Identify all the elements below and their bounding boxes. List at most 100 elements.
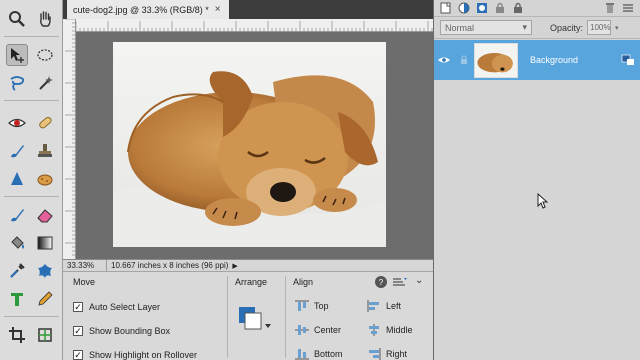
auto-select-layer-option[interactable]: ✓ Auto Select Layer xyxy=(73,302,160,312)
opacity-dropdown-icon[interactable]: ▾ xyxy=(615,24,619,32)
ruler-ticks xyxy=(65,18,76,256)
bounding-box-label: Show Bounding Box xyxy=(89,326,171,336)
bounding-box-checkbox[interactable]: ✓ xyxy=(73,326,83,336)
zoom-icon xyxy=(9,11,25,27)
align-top-label: Top xyxy=(314,301,329,311)
layer-name: Background xyxy=(530,55,579,65)
document-info: 10.667 inches x 8 inches (96 ppi) xyxy=(111,261,229,270)
move-icon xyxy=(11,48,24,63)
recompose-tool[interactable] xyxy=(34,324,56,346)
align-middle-button[interactable]: Middle xyxy=(367,324,413,336)
paint-bucket-tool[interactable] xyxy=(6,232,28,254)
opacity-label: Opacity: xyxy=(550,22,584,33)
brush-tool[interactable] xyxy=(6,204,28,226)
pencil-tool[interactable] xyxy=(34,288,56,310)
smart-brush-tool[interactable] xyxy=(6,140,28,162)
clone-stamp-tool[interactable] xyxy=(34,140,56,162)
panel-menu-icon[interactable] xyxy=(622,2,634,14)
custom-shape-tool[interactable] xyxy=(34,260,56,282)
delete-layer-icon[interactable] xyxy=(604,2,616,14)
toolbox xyxy=(0,0,63,360)
new-layer-icon[interactable] xyxy=(440,2,452,14)
blur-icon xyxy=(11,172,23,185)
collapse-icon[interactable]: ⌄ xyxy=(415,275,423,286)
align-center-button[interactable]: Center xyxy=(295,324,341,336)
eye-icon[interactable] xyxy=(434,56,454,64)
layer-row[interactable]: Background xyxy=(434,40,640,80)
magic-wand-tool[interactable] xyxy=(34,72,56,94)
document-tab-bar: cute-dog2.jpg @ 33.3% (RGB/8) * × xyxy=(63,0,433,19)
lasso-tool[interactable] xyxy=(6,72,28,94)
arrange-button[interactable] xyxy=(237,304,271,334)
spot-healing-tool[interactable] xyxy=(34,112,56,134)
auto-select-label: Auto Select Layer xyxy=(89,302,161,312)
status-menu-arrow-icon[interactable]: ▶ xyxy=(232,262,237,270)
pencil-icon xyxy=(38,291,53,306)
divider xyxy=(227,276,228,358)
arrange-title: Arrange xyxy=(235,277,268,287)
clone-stamp-icon xyxy=(38,144,52,157)
puppy-photo[interactable] xyxy=(113,42,386,247)
align-title: Align xyxy=(293,277,314,287)
blur-tool[interactable] xyxy=(6,168,28,190)
options-menu-icon[interactable] xyxy=(393,277,407,289)
status-bar: 33.33% 10.667 inches x 8 inches (96 ppi)… xyxy=(63,259,433,272)
opacity-field[interactable]: 100% xyxy=(587,20,612,35)
red-eye-tool[interactable] xyxy=(6,112,28,134)
layers-panel: Normal ▾ Opacity: 100% ▾ Background xyxy=(433,0,640,360)
close-icon[interactable]: × xyxy=(215,4,221,15)
move-tool[interactable] xyxy=(6,44,28,66)
marquee-tool[interactable] xyxy=(34,44,56,66)
hand-icon xyxy=(40,11,51,27)
crop-icon xyxy=(9,327,25,343)
canvas-area[interactable] xyxy=(76,32,433,259)
auto-select-checkbox[interactable]: ✓ xyxy=(73,302,83,312)
align-right-button[interactable]: Right xyxy=(367,348,407,360)
background-lock-badge-icon xyxy=(621,54,635,68)
document-title: cute-dog2.jpg @ 33.3% (RGB/8) * xyxy=(73,4,209,15)
sponge-tool[interactable] xyxy=(34,168,56,190)
highlight-checkbox[interactable]: ✓ xyxy=(73,350,83,360)
gradient-tool[interactable] xyxy=(34,232,56,254)
zoom-tool[interactable] xyxy=(6,8,28,30)
arrange-icon xyxy=(239,307,271,330)
eraser-tool[interactable] xyxy=(34,204,56,226)
adjustment-layer-icon[interactable] xyxy=(458,2,470,14)
align-right-icon xyxy=(369,348,381,360)
align-middle-icon xyxy=(369,324,379,336)
eraser-icon xyxy=(37,209,53,223)
align-bottom-button[interactable]: Bottom xyxy=(295,348,343,360)
type-tool[interactable] xyxy=(6,288,28,310)
lasso-icon xyxy=(10,76,25,91)
horizontal-ruler xyxy=(75,19,433,32)
photoshop-elements-window: cute-dog2.jpg @ 33.3% (RGB/8) * × 33.33%… xyxy=(0,0,640,360)
lock-all-icon[interactable] xyxy=(512,2,524,14)
sponge-icon xyxy=(37,174,53,186)
layer-mask-icon[interactable] xyxy=(476,2,488,14)
align-top-icon xyxy=(295,300,309,311)
sleeping-puppy-image xyxy=(113,42,386,247)
gradient-icon xyxy=(37,236,53,250)
document-tab[interactable]: cute-dog2.jpg @ 33.3% (RGB/8) * × xyxy=(67,0,229,19)
align-top-button[interactable]: Top xyxy=(295,300,329,312)
help-icon[interactable]: ? xyxy=(375,276,387,288)
paint-bucket-icon xyxy=(11,236,24,249)
hand-tool[interactable] xyxy=(34,8,56,30)
chevron-down-icon: ▾ xyxy=(522,22,527,32)
zoom-field[interactable]: 33.33% xyxy=(63,259,107,272)
lock-icon[interactable] xyxy=(454,55,474,65)
align-left-button[interactable]: Left xyxy=(367,300,401,312)
eyedropper-icon xyxy=(10,263,25,278)
divider xyxy=(285,276,286,358)
crop-tool[interactable] xyxy=(6,324,28,346)
show-highlight-option[interactable]: ✓ Show Highlight on Rollover xyxy=(73,350,197,360)
lock-transparency-icon[interactable] xyxy=(494,2,506,14)
align-center-icon xyxy=(295,325,309,335)
show-bounding-box-option[interactable]: ✓ Show Bounding Box xyxy=(73,326,170,336)
brush-icon xyxy=(11,209,24,222)
eyedropper-tool[interactable] xyxy=(6,260,28,282)
align-left-label: Left xyxy=(386,301,402,311)
blend-mode-select[interactable]: Normal ▾ xyxy=(440,20,532,35)
red-eye-icon xyxy=(8,118,26,128)
highlight-label: Show Highlight on Rollover xyxy=(89,350,198,360)
